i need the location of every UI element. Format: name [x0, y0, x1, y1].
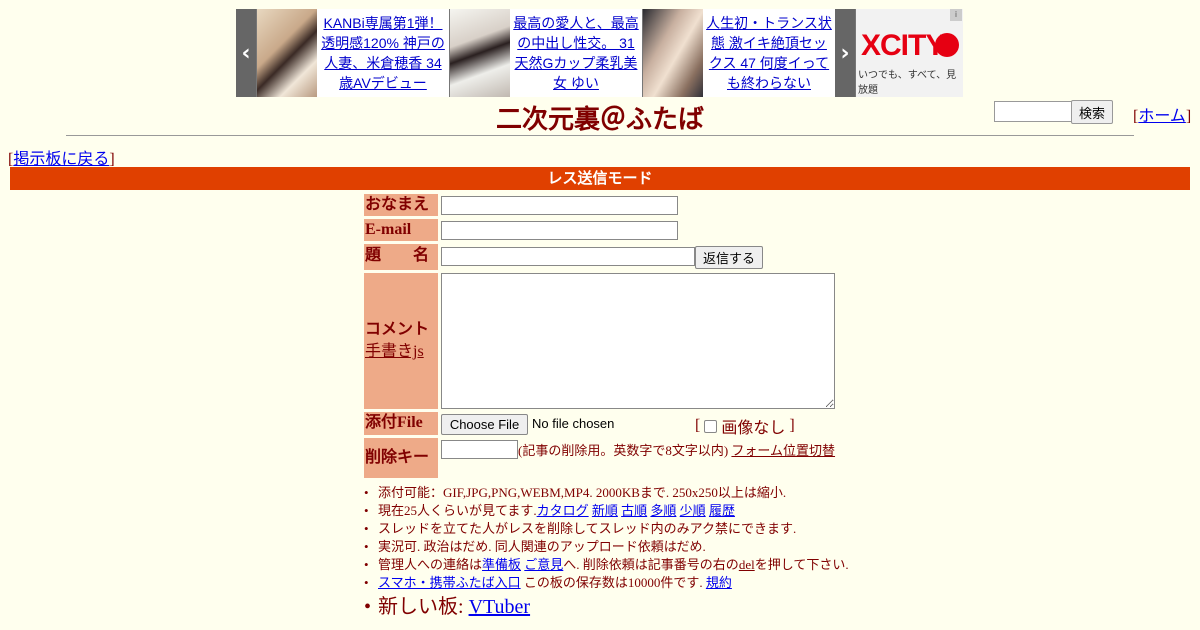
catalog-link[interactable]: カタログ — [537, 503, 589, 518]
list-item: 新しい板: VTuber — [364, 594, 849, 620]
ad-choices-icon[interactable]: i — [950, 9, 962, 21]
search-input[interactable] — [994, 101, 1075, 122]
list-item: 実況可. 政治はだめ. 同人関連のアップロード依頼はだめ. — [364, 538, 849, 556]
delete-key-field[interactable] — [441, 440, 518, 459]
ad-thumbnail-1[interactable] — [257, 9, 317, 97]
board-notes: 添付可能：GIF,JPG,PNG,WEBM,MP4. 2000KBまで. 250… — [364, 484, 849, 620]
handwriting-js-link[interactable]: 手書きjs — [365, 343, 424, 360]
subject-label: 題 名 — [364, 244, 438, 270]
ad-next-arrow[interactable]: › — [835, 9, 855, 97]
list-item: 管理人への連絡は準備板 ご意見へ. 削除依頼は記事番号の右のdelを押して下さい… — [364, 556, 849, 574]
email-label: E-mail — [364, 219, 438, 241]
rules-link[interactable]: 規約 — [706, 575, 732, 590]
ad-item-2[interactable]: 最高の愛人と、最高の中出し性交。 31 天然Gカップ柔乳美女 ゆい — [450, 9, 642, 97]
history-link[interactable]: 履歴 — [709, 503, 735, 518]
sort-many-link[interactable]: 多順 — [650, 503, 676, 518]
ad-item-1[interactable]: KANBi専属第1弾！透明感120% 神戸の人妻、米倉穂香 34歳AVデビュー — [257, 9, 449, 97]
back-to-board-link[interactable]: 掲示板に戻る — [13, 151, 109, 168]
subject-field[interactable] — [441, 247, 695, 266]
xcity-tagline: いつでも、すべて、見放題 — [858, 70, 957, 96]
reply-mode-banner: レス送信モード — [10, 167, 1190, 190]
delete-key-note: (記事の削除用。英数字で8文字以内) フォーム位置切替 — [518, 443, 836, 458]
ad-banner[interactable]: ‹ KANBi専属第1弾！透明感120% 神戸の人妻、米倉穂香 34歳AVデビュ… — [236, 9, 963, 97]
prep-board-link[interactable]: 準備板 — [482, 557, 521, 572]
vtuber-board-link[interactable]: VTuber — [469, 596, 531, 618]
delete-key-label: 削除キー — [364, 438, 438, 478]
list-item: 現在25人くらいが見てます.カタログ 新順 古順 多順 少順 履歴 — [364, 502, 849, 520]
home-nav: [ホーム] — [1133, 108, 1192, 125]
ad-prev-arrow[interactable]: ‹ — [236, 9, 256, 97]
ad-item-3[interactable]: 人生初・トランス状態 激イキ絶頂セックス 47 何度イっても終わらない — [643, 9, 835, 97]
home-link[interactable]: ホーム — [1138, 108, 1186, 125]
sort-few-link[interactable]: 少順 — [680, 503, 706, 518]
no-file-chosen-text: No file chosen — [532, 416, 615, 431]
mobile-entrance-link[interactable]: スマホ・携帯ふたば入口 — [378, 575, 521, 590]
xcity-logo[interactable]: i XCITY いつでも、すべて、見放題 — [856, 9, 963, 97]
feedback-link[interactable]: ご意見 — [524, 557, 563, 572]
submit-reply-button[interactable]: 返信する — [695, 246, 763, 269]
form-position-toggle-link[interactable]: フォーム位置切替 — [731, 443, 835, 458]
xcity-logo-text: XCITY — [861, 29, 945, 62]
ad-link-3[interactable]: 人生初・トランス状態 激イキ絶頂セックス 47 何度イっても終わらない — [706, 13, 832, 93]
sort-old-link[interactable]: 古順 — [621, 503, 647, 518]
sort-new-link[interactable]: 新順 — [592, 503, 618, 518]
comment-label-cell: コメント 手書きjs — [364, 273, 438, 409]
choose-file-button[interactable]: Choose File — [441, 414, 528, 435]
list-item: 添付可能：GIF,JPG,PNG,WEBM,MP4. 2000KBまで. 250… — [364, 484, 849, 502]
email-field[interactable] — [441, 221, 678, 240]
ad-thumbnail-3[interactable] — [643, 9, 703, 97]
ad-link-1[interactable]: KANBi専属第1弾！透明感120% 神戸の人妻、米倉穂香 34歳AVデビュー — [320, 13, 446, 93]
comment-textarea[interactable] — [441, 273, 835, 409]
file-label: 添付File — [364, 412, 438, 435]
name-field[interactable] — [441, 196, 678, 215]
list-item: スマホ・携帯ふたば入口 この板の保存数は10000件です. 規約 — [364, 574, 849, 592]
header-divider — [66, 135, 1134, 136]
xcity-mascot-icon — [935, 33, 959, 57]
del-link[interactable]: del — [739, 557, 755, 572]
name-label: おなまえ — [364, 194, 438, 216]
ad-link-2[interactable]: 最高の愛人と、最高の中出し性交。 31 天然Gカップ柔乳美女 ゆい — [513, 13, 639, 93]
search-button[interactable]: 検索 — [1071, 100, 1113, 124]
no-image-option: [ 画像なし ] — [695, 417, 795, 437]
list-item: スレッドを立てた人がレスを削除してスレッド内のみアク禁にできます. — [364, 520, 849, 538]
ad-thumbnail-2[interactable] — [450, 9, 510, 97]
no-image-checkbox[interactable] — [704, 419, 718, 433]
back-nav: [掲示板に戻る] — [8, 151, 115, 168]
comment-label: コメント — [365, 321, 430, 338]
